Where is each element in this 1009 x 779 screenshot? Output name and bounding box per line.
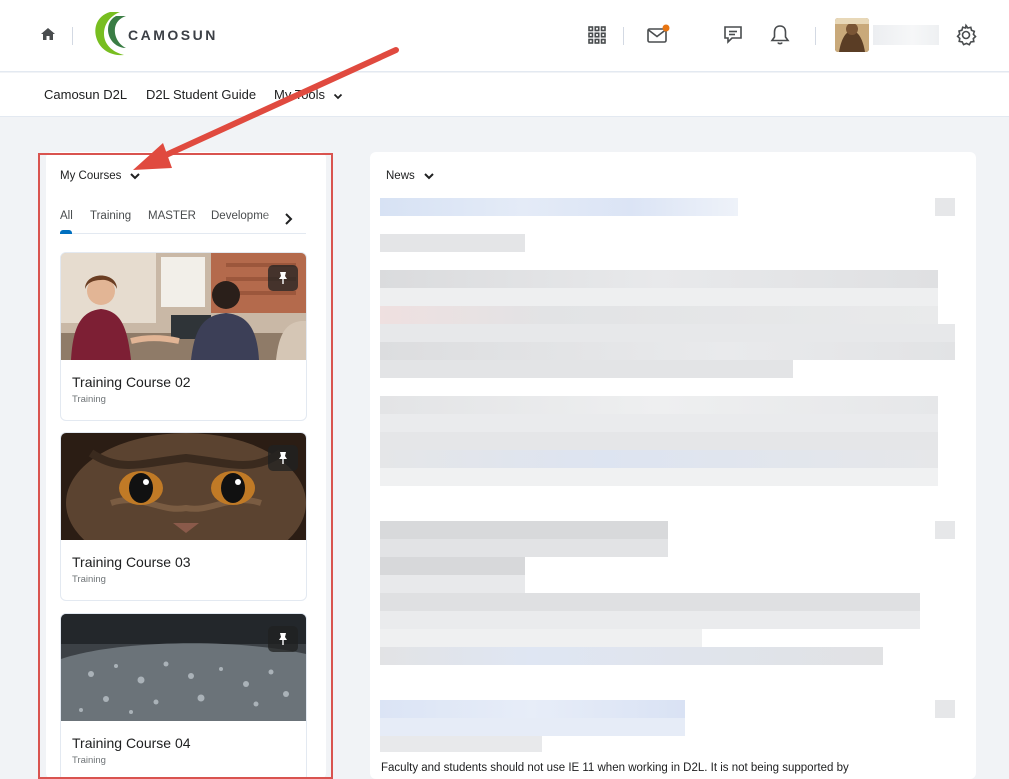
pin-button[interactable] [268,445,298,471]
course-title[interactable]: Training Course 03 [72,554,191,570]
chevron-down-icon [424,173,434,180]
course-card[interactable]: Training Course 03 Training [60,432,307,601]
divider [72,27,73,45]
bell-icon [770,25,790,45]
tab-all[interactable]: All [60,210,73,222]
pin-button[interactable] [268,626,298,652]
news-title: News [386,170,415,182]
chevron-down-icon [333,93,342,99]
news-body-text: Faculty and students should not use IE 1… [381,762,849,774]
active-tab-indicator [60,230,72,234]
pin-icon [279,452,287,464]
nav-my-tools[interactable]: My Tools [274,87,343,102]
mail-badge [662,24,670,32]
divider [623,27,624,45]
pin-icon [279,633,287,645]
mail-icon [647,24,670,43]
nav-student-guide[interactable]: D2L Student Guide [146,87,256,102]
gear-icon [956,23,977,46]
course-subtitle: Training [72,574,106,585]
top-bar: CAMOSUN [0,0,1009,72]
chevron-right-icon[interactable] [280,211,296,227]
notifications-button[interactable] [767,22,793,48]
course-title[interactable]: Training Course 02 [72,374,191,390]
chat-icon [724,26,742,44]
waffle-button[interactable] [584,22,610,48]
course-subtitle: Training [72,394,106,405]
avatar-image [835,18,869,52]
my-courses-header[interactable]: My Courses [60,170,141,182]
tab-development[interactable]: Developme [211,210,269,222]
avatar[interactable] [835,18,869,52]
settings-button[interactable] [953,22,979,48]
course-card[interactable]: Training Course 04 Training [60,613,307,779]
pin-button[interactable] [268,265,298,291]
tab-training[interactable]: Training [90,210,131,222]
news-header[interactable]: News [386,170,435,182]
course-card[interactable]: Training Course 02 Training [60,252,307,421]
logo-text: CAMOSUN [128,27,218,43]
divider [815,27,816,45]
nav-my-tools-label: My Tools [274,87,326,102]
course-subtitle: Training [72,755,106,766]
course-navbar: Camosun D2L D2L Student Guide My Tools [0,73,1009,117]
my-courses-title: My Courses [60,170,122,182]
nav-camosun-d2l[interactable]: Camosun D2L [44,87,127,102]
user-name-redacted[interactable] [873,25,939,45]
chevron-down-icon [130,173,141,180]
course-title[interactable]: Training Course 04 [72,735,191,751]
mail-button[interactable] [645,22,671,48]
home-icon[interactable] [40,26,56,42]
tab-fade [262,208,282,226]
waffle-icon [588,26,606,44]
chat-button[interactable] [720,22,746,48]
tab-master[interactable]: MASTER [148,210,196,222]
pin-icon [279,272,287,284]
